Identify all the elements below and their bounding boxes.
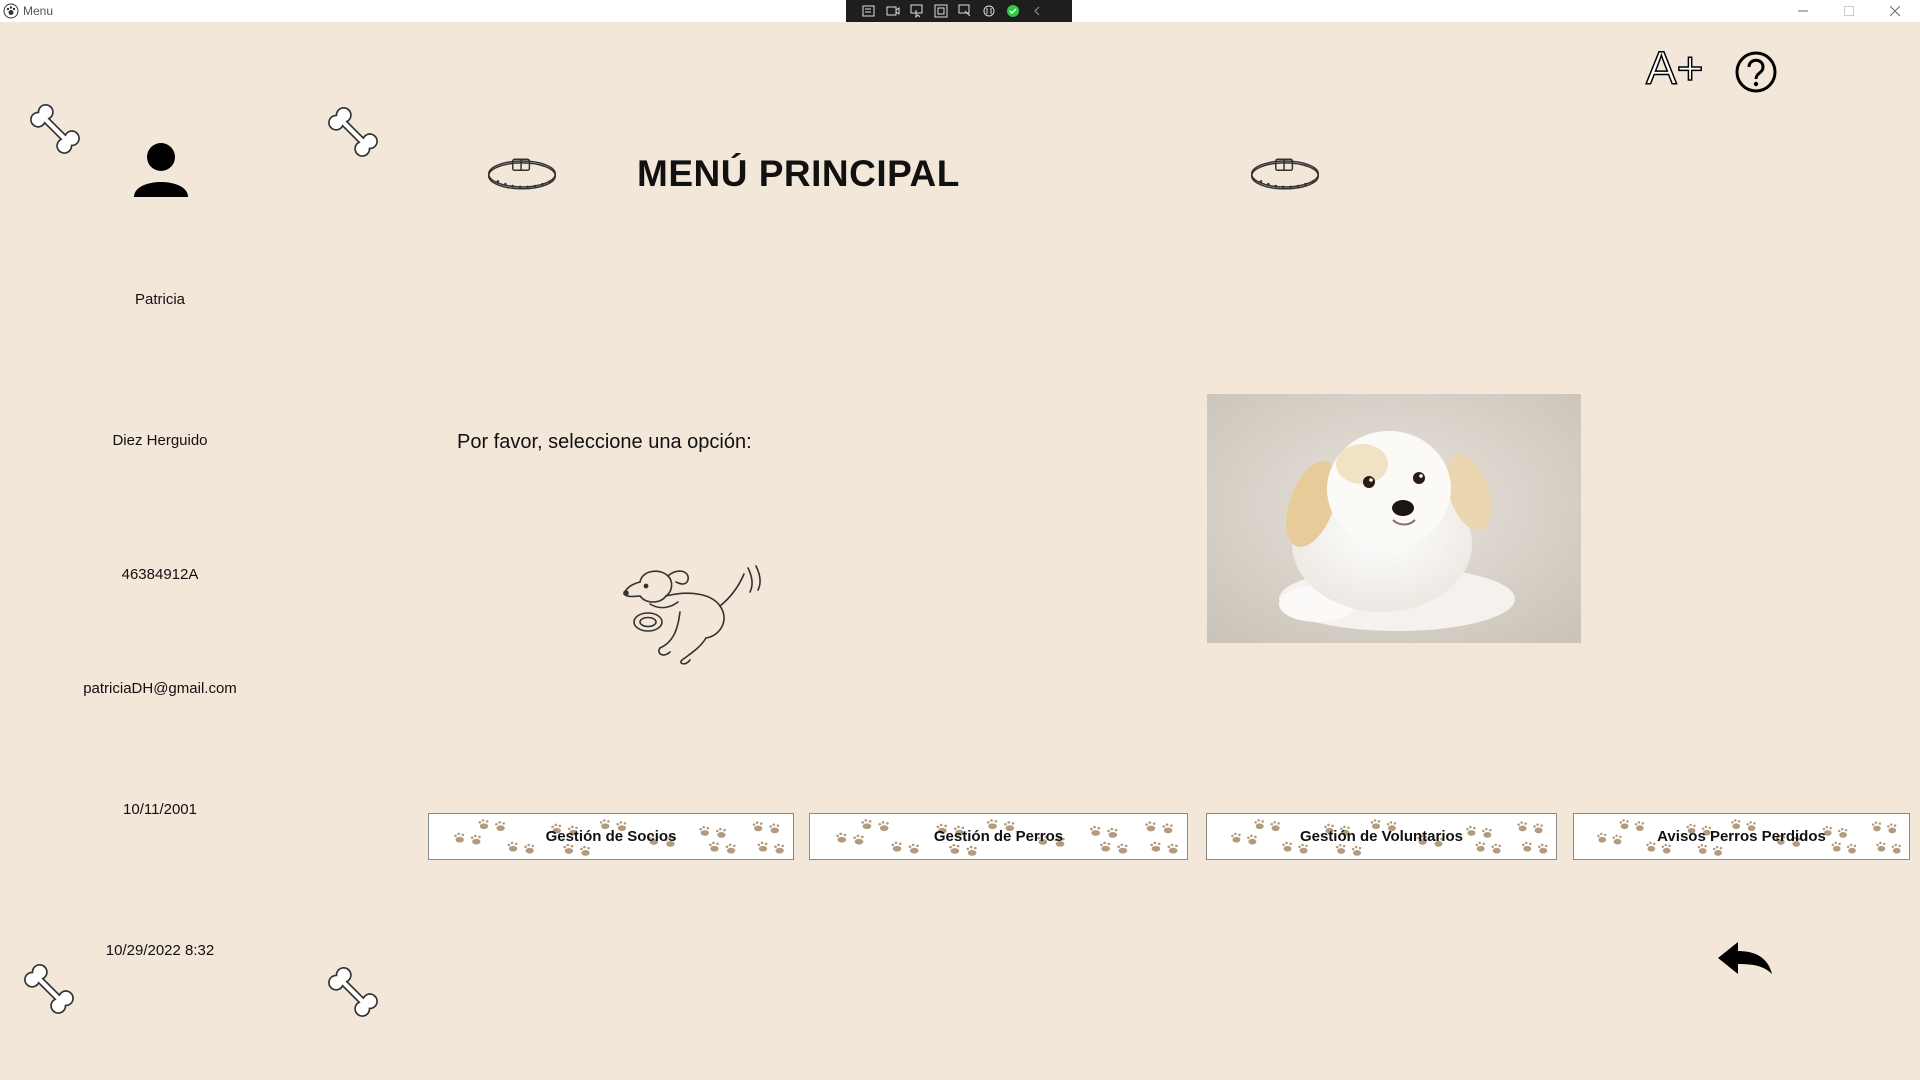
collar-icon [485,152,559,196]
avisos-button[interactable]: Avisos Perros Perdidos [1573,813,1910,860]
profile-first-name: Patricia [134,291,186,308]
help-button[interactable] [1734,50,1778,94]
maximize-icon [1844,6,1854,16]
perros-button-label: Gestión de Perros [933,828,1064,845]
collapse-chevron-icon[interactable] [1028,3,1046,19]
font-size-label: A+ [1646,46,1704,90]
perros-button[interactable]: Gestión de Perros [809,813,1188,860]
user-icon [134,143,188,197]
profile-datetime: 10/29/2022 8:32 [105,942,215,959]
region-icon[interactable] [932,3,950,19]
page-title: MENÚ PRINCIPAL [637,153,960,194]
voluntarios-button[interactable]: Gestión de Voluntarios [1206,813,1557,860]
selection-prompt: Por favor, seleccione una opción: [457,431,752,453]
profile-last-name: Diez Herguido [112,432,208,449]
close-button[interactable] [1872,0,1918,22]
socios-button-label: Gestión de Socios [545,828,677,845]
puppy-photo [1207,394,1581,643]
profile-birth-date: 10/11/2001 [123,801,197,818]
maximize-button[interactable] [1826,0,1872,22]
capture-toolbar [846,0,1072,22]
minimize-icon [1798,10,1808,12]
window-capture-icon[interactable] [956,3,974,19]
bone-icon [22,100,88,162]
font-size-button[interactable]: A+ [1644,41,1704,95]
avisos-button-label: Avisos Perros Perdidos [1657,828,1826,845]
back-arrow-icon [1718,942,1772,974]
check-icon[interactable] [1004,3,1022,19]
bone-icon [320,103,386,165]
close-icon [1890,6,1900,16]
record-settings-icon[interactable] [860,3,878,19]
camera-icon[interactable] [884,3,902,19]
font-increase-icon: A+ [1645,41,1704,95]
window-title: Menu [23,4,54,18]
paw-app-icon [3,3,19,19]
collar-icon [1248,152,1322,196]
dog-illustration [623,565,761,665]
minimize-button[interactable] [1780,0,1826,22]
voluntarios-button-label: Gestión de Voluntarios [1299,828,1464,845]
socios-button[interactable]: Gestión de Socios [428,813,794,860]
bone-icon [16,960,82,1022]
pointer-icon[interactable] [908,3,926,19]
help-icon [1735,51,1777,93]
profile-email: patriciaDH@gmail.com [83,680,237,697]
bone-icon [320,963,386,1025]
audio-icon[interactable] [980,3,998,19]
back-button[interactable] [1716,940,1774,978]
profile-dni: 46384912A [121,566,199,583]
